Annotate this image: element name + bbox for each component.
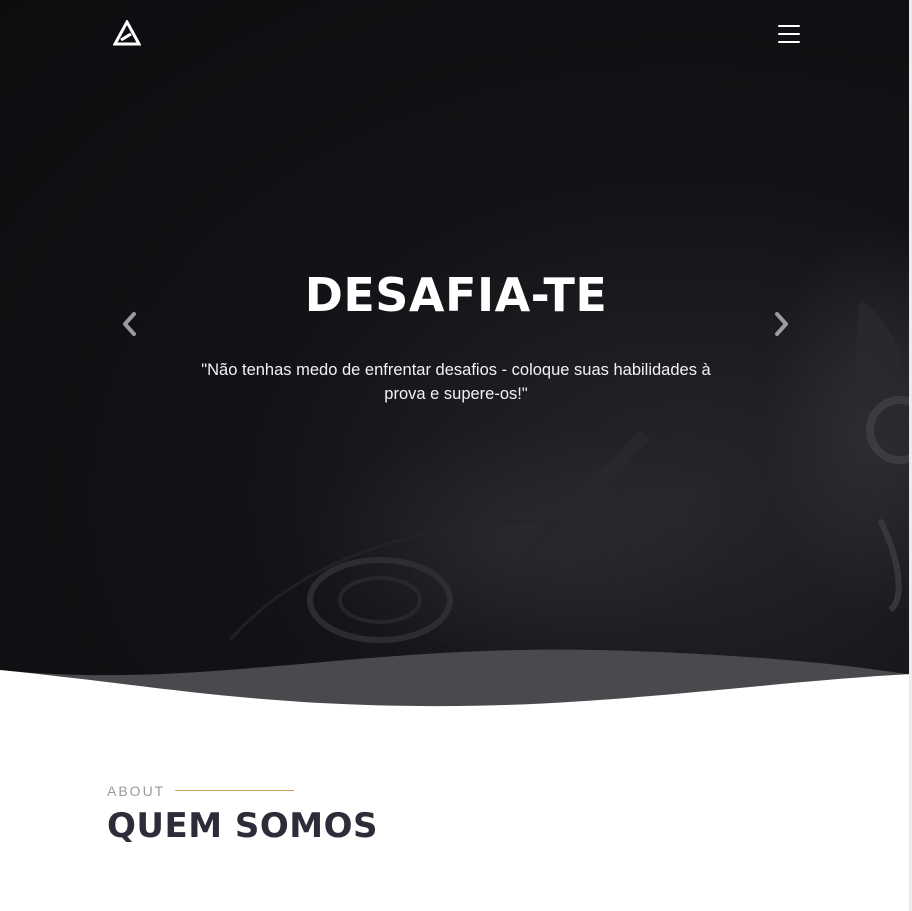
- hero-section: DESAFIA-TE "Não tenhas medo de enfrentar…: [0, 0, 912, 710]
- hamburger-menu-icon[interactable]: [776, 22, 802, 46]
- menu-bar-middle: [778, 33, 800, 35]
- about-section: ABOUT QUEM SOMOS: [0, 710, 912, 911]
- menu-bar-bottom: [778, 41, 800, 43]
- slide-quote: "Não tenhas medo de enfrentar desafios -…: [201, 361, 711, 403]
- hero-wave-divider: [0, 649, 912, 720]
- hero-background-texture: [228, 220, 912, 660]
- slide-title: DESAFIA-TE: [304, 268, 608, 322]
- section-title: QUEM SOMOS: [107, 806, 379, 846]
- menu-bar-top: [778, 25, 800, 27]
- triangle-logo-icon[interactable]: [113, 20, 141, 46]
- section-accent-line: [175, 790, 294, 791]
- section-label: ABOUT: [107, 783, 166, 799]
